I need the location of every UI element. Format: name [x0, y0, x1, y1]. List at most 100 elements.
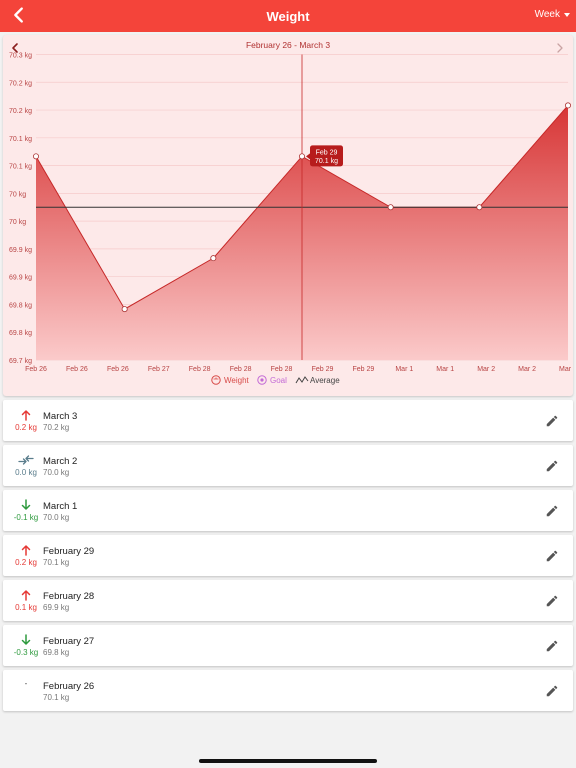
trend-indicator: -0.1 kg — [7, 499, 45, 522]
list-item[interactable]: 0.0 kg March 2 70.0 kg — [3, 445, 573, 486]
list-item[interactable]: 0.2 kg March 3 70.2 kg — [3, 400, 573, 441]
range-dropdown[interactable]: Week — [535, 9, 570, 20]
y-tick-label: 69.9 kg — [9, 275, 32, 282]
tooltip-value: 70.1 kg — [315, 158, 338, 165]
entry-date: March 1 — [43, 501, 78, 512]
data-point — [476, 204, 483, 211]
y-tick-label: 70.3 kg — [9, 53, 32, 60]
arrow-up-icon — [20, 589, 32, 601]
y-tick-label: 69.9 kg — [9, 247, 32, 254]
arrow-down-icon — [20, 634, 32, 646]
entry-weight: 69.8 kg — [43, 648, 70, 657]
entry-date: February 27 — [43, 636, 95, 647]
x-tick-label: Feb 29 — [312, 366, 334, 373]
caret-down-icon — [564, 12, 570, 17]
legend-goal-label: Goal — [270, 376, 287, 385]
list-item[interactable]: -0.3 kg February 27 69.8 kg — [3, 625, 573, 666]
trend-indicator: 0.1 kg — [7, 589, 45, 612]
x-tick-label: Mar 1 — [395, 366, 413, 373]
arrow-up-icon — [20, 409, 32, 421]
weight-delta: 0.0 kg — [15, 468, 37, 477]
x-tick-label: Feb 27 — [148, 366, 170, 373]
scale-icon — [211, 375, 221, 385]
y-tick-label: 69.7 kg — [9, 358, 32, 365]
data-point — [210, 255, 217, 262]
y-tick-label: 70.2 kg — [9, 108, 32, 115]
weight-delta: 0.1 kg — [15, 603, 37, 612]
list-item[interactable]: 0.1 kg February 28 69.9 kg — [3, 580, 573, 621]
data-point — [121, 306, 128, 313]
edit-pencil-icon[interactable] — [545, 684, 559, 698]
x-tick-label: Feb 28 — [189, 366, 211, 373]
y-tick-label: 70 kg — [9, 191, 26, 198]
arrow-down-icon — [20, 499, 32, 511]
weight-delta: - — [24, 679, 28, 688]
home-indicator — [199, 759, 377, 763]
y-tick-label: 70 kg — [9, 219, 26, 226]
entry-date: February 26 — [43, 681, 95, 692]
page-title: Weight — [266, 9, 310, 24]
x-tick-label: Mar 1 — [436, 366, 454, 373]
edit-pencil-icon[interactable] — [545, 549, 559, 563]
chart-date-range: February 26 - March 3 — [246, 40, 330, 50]
trend-indicator: 0.2 kg — [7, 409, 45, 432]
entry-date: March 3 — [43, 411, 78, 422]
weight-delta: 0.2 kg — [15, 558, 37, 567]
x-tick-label: Mar 2 — [518, 366, 536, 373]
entry-weight: 70.0 kg — [43, 468, 70, 477]
entry-weight: 70.1 kg — [43, 693, 70, 702]
entry-weight: 70.2 kg — [43, 423, 70, 432]
legend-average-label: Average — [310, 376, 340, 385]
y-tick-label: 69.8 kg — [9, 302, 32, 309]
x-tick-label: Mar 2 — [477, 366, 495, 373]
list-item[interactable]: -0.1 kg March 1 70.0 kg — [3, 490, 573, 531]
trend-indicator: -0.3 kg — [7, 634, 45, 657]
entry-weight: 69.9 kg — [43, 603, 70, 612]
x-tick-label: Feb 26 — [107, 366, 129, 373]
data-point — [32, 153, 39, 160]
edit-pencil-icon[interactable] — [545, 414, 559, 428]
trend-indicator: 0.0 kg — [7, 454, 45, 477]
weight-entry-list: 0.2 kg March 3 70.2 kg 0.0 kg March 2 70.0 kg… — [3, 400, 573, 715]
previous-week-icon[interactable] — [12, 43, 18, 53]
chart-tooltip: Feb 29 70.1 kg — [306, 145, 343, 167]
entry-date: February 28 — [43, 591, 95, 602]
y-tick-label: 70.2 kg — [9, 80, 32, 87]
trend-indicator: - — [7, 679, 45, 688]
weight-delta: -0.1 kg — [13, 513, 39, 522]
next-week-icon[interactable] — [557, 43, 563, 53]
arrow-up-icon — [20, 544, 32, 556]
x-tick-label: Feb 28 — [230, 366, 252, 373]
x-tick-label: Feb 29 — [352, 366, 374, 373]
list-item[interactable]: - February 26 70.1 kg — [3, 670, 573, 711]
data-point — [298, 153, 305, 160]
average-line-icon — [295, 376, 309, 384]
y-tick-label: 70.1 kg — [9, 164, 32, 171]
legend-average[interactable]: Average — [295, 376, 340, 385]
weight-chart-card: February 26 - March 3 70.3 kg 70.2 kg 70.2… — [3, 35, 573, 396]
data-point — [565, 102, 572, 109]
edit-pencil-icon[interactable] — [545, 639, 559, 653]
trend-indicator: 0.2 kg — [7, 544, 45, 567]
app-bar: Weight Week — [0, 0, 576, 32]
edit-pencil-icon[interactable] — [545, 504, 559, 518]
legend-goal[interactable]: Goal — [257, 375, 287, 385]
legend-weight[interactable]: Weight — [211, 375, 250, 385]
tooltip-date: Feb 29 — [316, 149, 338, 156]
entry-weight: 70.0 kg — [43, 513, 70, 522]
weight-chart[interactable]: February 26 - March 3 70.3 kg 70.2 kg 70.2… — [3, 35, 573, 396]
range-dropdown-label: Week — [534, 9, 560, 20]
weight-delta: 0.2 kg — [15, 423, 37, 432]
x-tick-label: Feb 28 — [271, 366, 293, 373]
data-point — [387, 204, 394, 211]
x-tick-label: Feb 26 — [66, 366, 88, 373]
entry-date: February 29 — [43, 546, 95, 557]
entry-date: March 2 — [43, 456, 78, 467]
entry-weight: 70.1 kg — [43, 558, 70, 567]
x-tick-label: Mar 2 — [559, 366, 573, 373]
edit-pencil-icon[interactable] — [545, 594, 559, 608]
list-item[interactable]: 0.2 kg February 29 70.1 kg — [3, 535, 573, 576]
chart-legend: Weight Goal Average — [211, 375, 340, 385]
x-tick-label: Feb 26 — [25, 366, 47, 373]
edit-pencil-icon[interactable] — [545, 459, 559, 473]
